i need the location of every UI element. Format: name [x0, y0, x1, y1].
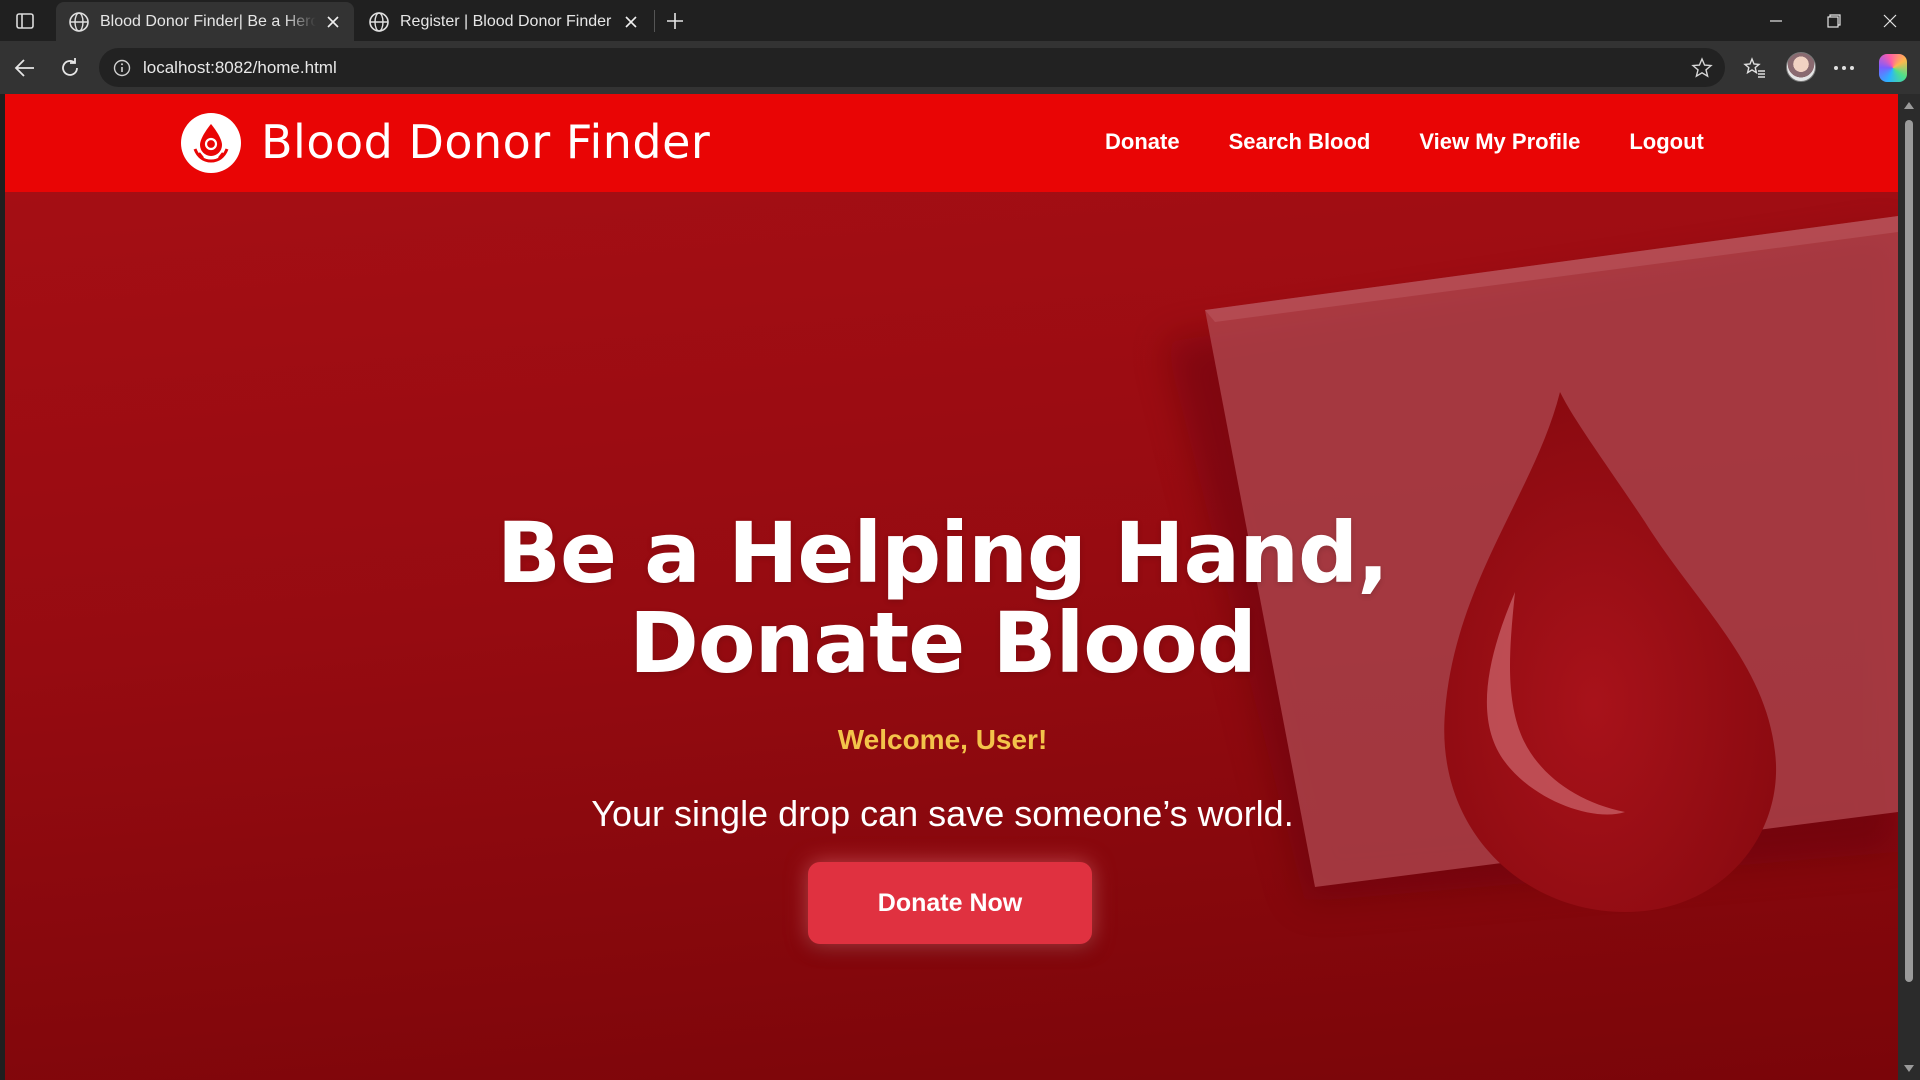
window-close-icon[interactable]	[1870, 8, 1910, 34]
hero-tagline: Your single drop can save someone’s worl…	[591, 793, 1294, 834]
new-tab-plus-icon[interactable]	[662, 8, 688, 34]
tab-title: Register | Blood Donor Finder	[400, 12, 612, 30]
browser-tab-bar: Blood Donor Finder| Be a Hero, Donate Bl…	[0, 0, 1920, 41]
welcome-message: Welcome, User!	[837, 724, 1048, 755]
back-arrow-icon[interactable]	[10, 53, 40, 83]
scroll-thumb[interactable]	[1905, 120, 1913, 982]
hero-headline: Be a Helping Hand, Donate Blood	[5, 508, 1880, 688]
browser-tab-register[interactable]: Register | Blood Donor Finder	[356, 2, 652, 41]
favorites-icon[interactable]	[1740, 53, 1770, 83]
scroll-down-icon[interactable]	[1904, 1065, 1914, 1072]
scroll-up-icon[interactable]	[1904, 102, 1914, 109]
restore-icon[interactable]	[1814, 8, 1854, 34]
nav-link-view-profile[interactable]: View My Profile	[1419, 124, 1580, 160]
address-bar[interactable]: localhost:8082/home.html	[99, 48, 1725, 87]
copilot-icon[interactable]	[1879, 54, 1907, 82]
headline-line-2: Donate Blood	[629, 594, 1257, 692]
info-icon[interactable]	[113, 59, 131, 77]
refresh-icon[interactable]	[55, 53, 85, 83]
nav-menu: Donate Search Blood View My Profile Logo…	[1105, 124, 1704, 160]
nav-link-donate[interactable]: Donate	[1105, 124, 1180, 160]
site-navbar: Blood Donor Finder Donate Search Blood V…	[5, 94, 1898, 192]
favorite-star-icon[interactable]	[1691, 57, 1713, 84]
nav-link-logout[interactable]: Logout	[1629, 124, 1704, 160]
brand-title[interactable]: Blood Donor Finder	[261, 114, 710, 170]
page-viewport: Blood Donor Finder Donate Search Blood V…	[5, 94, 1898, 1080]
page-scrollbar[interactable]	[1898, 94, 1920, 1080]
headline-line-1: Be a Helping Hand,	[496, 504, 1389, 602]
more-options-icon[interactable]	[1829, 53, 1859, 83]
close-icon[interactable]	[324, 13, 342, 31]
nav-link-search-blood[interactable]: Search Blood	[1229, 124, 1371, 160]
close-icon[interactable]	[622, 13, 640, 31]
hero-content: Be a Helping Hand, Donate Blood Welcome,…	[5, 192, 1898, 1080]
minimize-icon[interactable]	[1756, 8, 1796, 34]
hero-section: Be a Helping Hand, Donate Blood Welcome,…	[5, 192, 1898, 1080]
globe-icon	[369, 11, 389, 32]
tab-divider	[654, 10, 655, 32]
blood-drop-logo-icon[interactable]	[181, 113, 241, 173]
donate-now-button[interactable]: Donate Now	[808, 862, 1092, 944]
tab-title: Blood Donor Finder| Be a Hero, Donate Bl…	[100, 12, 316, 30]
url-text[interactable]: localhost:8082/home.html	[143, 58, 337, 78]
browser-toolbar: localhost:8082/home.html	[0, 41, 1920, 94]
profile-avatar-icon[interactable]	[1786, 52, 1816, 82]
sidebar-toggle-icon[interactable]	[10, 8, 40, 34]
globe-icon	[69, 11, 89, 32]
browser-tab-home[interactable]: Blood Donor Finder| Be a Hero, Donate Bl…	[56, 2, 354, 41]
